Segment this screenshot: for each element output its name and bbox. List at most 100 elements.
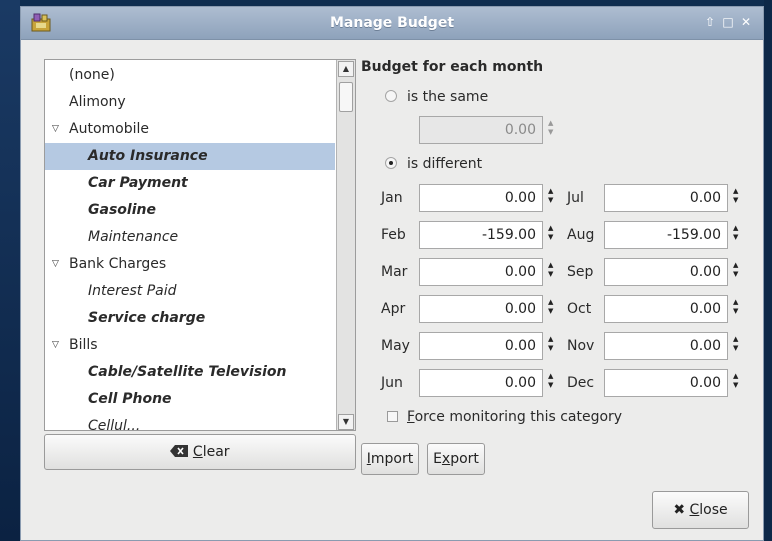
force-monitoring-label: Force monitoring this category	[407, 409, 623, 425]
category-tree[interactable]: Cellul... Cell Phone Cable/Satellite Telev…	[44, 59, 356, 431]
spin-arrows-icon[interactable]: ▲ ▼	[733, 372, 741, 390]
scroll-down-icon[interactable]: ▼	[338, 414, 354, 430]
spin-arrows-icon[interactable]: ▲ ▼	[548, 298, 556, 316]
same-spin-arrows-icon: ▲ ▼	[548, 119, 554, 136]
tree-subcategory-row[interactable]: Service charge	[45, 305, 335, 332]
month-amount-field[interactable]: 0.00	[419, 258, 543, 286]
tree-row-label: Bills	[69, 337, 98, 353]
month-amount-field[interactable]: 0.00	[604, 184, 728, 212]
radio-different-indicator[interactable]	[385, 157, 397, 169]
month-label: Feb	[381, 227, 406, 243]
maximize-icon[interactable]: □	[721, 15, 735, 29]
close-window-icon[interactable]: ✕	[739, 15, 753, 29]
tree-subcategory-row[interactable]: Cell Phone	[45, 386, 335, 413]
spin-arrows-icon[interactable]: ▲ ▼	[733, 224, 741, 242]
month-amount-field[interactable]: 0.00	[419, 369, 543, 397]
month-label: Jan	[381, 190, 403, 206]
month-amount-spinner[interactable]: -159.00 ▲ ▼	[419, 221, 561, 249]
month-amount-spinner[interactable]: 0.00 ▲ ▼	[419, 332, 561, 360]
same-amount-spinner: 0.00 ▲ ▼	[419, 116, 561, 144]
tree-subcategory-row[interactable]: Car Payment	[45, 170, 335, 197]
tree-row-label: Bank Charges	[69, 256, 167, 272]
tree-row-label: Gasoline	[88, 202, 156, 218]
radio-same-label: is the same	[407, 89, 489, 105]
month-label: Jul	[567, 190, 584, 206]
month-amount-spinner[interactable]: 0.00 ▲ ▼	[419, 258, 561, 286]
window-title: Manage Budget	[329, 15, 455, 31]
month-amount-field[interactable]: 0.00	[604, 258, 728, 286]
scroll-up-icon[interactable]: ▲	[338, 61, 354, 77]
month-amount-spinner[interactable]: 0.00 ▲ ▼	[604, 369, 746, 397]
month-label: Nov	[567, 338, 595, 354]
tree-category-row[interactable]: ▽ Automobile	[45, 116, 335, 143]
tree-row-label: Cell Phone	[88, 391, 172, 407]
month-amount-spinner[interactable]: 0.00 ▲ ▼	[419, 184, 561, 212]
radio-same-indicator[interactable]	[385, 90, 397, 102]
tree-row-label: Automobile	[69, 121, 149, 137]
month-amount-spinner[interactable]: 0.00 ▲ ▼	[419, 369, 561, 397]
month-amount-field[interactable]: 0.00	[604, 332, 728, 360]
tree-category-row[interactable]: Alimony	[45, 89, 335, 116]
month-label: May	[381, 338, 410, 354]
month-amount-spinner[interactable]: -159.00 ▲ ▼	[604, 221, 746, 249]
export-button[interactable]: Export	[427, 443, 485, 475]
month-amount-spinner[interactable]: 0.00 ▲ ▼	[419, 295, 561, 323]
tree-scrollbar[interactable]: ▲ ▼	[336, 60, 355, 430]
spin-arrows-icon[interactable]: ▲ ▼	[548, 372, 556, 390]
tree-subcategory-row[interactable]: Interest Paid	[45, 278, 335, 305]
title-bar[interactable]: Manage Budget ⇧ □ ✕	[21, 7, 763, 40]
month-amount-field[interactable]: 0.00	[604, 295, 728, 323]
tree-row-label: Service charge	[88, 310, 206, 326]
spin-arrows-icon[interactable]: ▲ ▼	[733, 335, 741, 353]
month-amount-spinner[interactable]: 0.00 ▲ ▼	[604, 295, 746, 323]
close-button[interactable]: ✖ Close	[652, 491, 749, 529]
month-amount-field[interactable]: 0.00	[419, 332, 543, 360]
scroll-thumb[interactable]	[339, 82, 353, 112]
month-amount-field[interactable]: 0.00	[419, 184, 543, 212]
tree-category-row[interactable]: ▽ Bills	[45, 332, 335, 359]
spin-arrows-icon[interactable]: ▲ ▼	[733, 298, 741, 316]
month-amount-field[interactable]: 0.00	[419, 295, 543, 323]
clear-mnemonic: C	[192, 444, 203, 460]
month-amount-field[interactable]: -159.00	[419, 221, 543, 249]
month-amount-spinner[interactable]: 0.00 ▲ ▼	[604, 332, 746, 360]
month-amount-field[interactable]: -159.00	[604, 221, 728, 249]
desktop-background-right	[764, 0, 772, 541]
x-icon: ✖	[673, 502, 686, 518]
tree-row-label: Auto Insurance	[88, 148, 208, 164]
force-monitoring-box[interactable]	[387, 411, 398, 422]
tree-subcategory-row[interactable]: Maintenance	[45, 224, 335, 251]
tree-subcategory-row[interactable]: Gasoline	[45, 197, 335, 224]
tree-category-row[interactable]: ▽ Bank Charges	[45, 251, 335, 278]
tree-row-label: Cable/Satellite Television	[88, 364, 287, 380]
month-label: Oct	[567, 301, 592, 317]
clear-button[interactable]: Clear	[44, 434, 356, 470]
spin-arrows-icon[interactable]: ▲ ▼	[548, 187, 556, 205]
tree-row-label: Car Payment	[88, 175, 188, 191]
same-amount-field: 0.00	[419, 116, 543, 144]
expander-triangle-icon[interactable]: ▽	[52, 332, 59, 359]
tree-subcategory-row[interactable]: Auto Insurance	[45, 143, 335, 170]
budget-section-title: Budget for each month	[361, 59, 544, 75]
month-label: Sep	[567, 264, 594, 280]
tree-subcategory-row[interactable]: Cable/Satellite Television	[45, 359, 335, 386]
month-amount-spinner[interactable]: 0.00 ▲ ▼	[604, 258, 746, 286]
month-amount-field[interactable]: 0.00	[604, 369, 728, 397]
month-label: Dec	[567, 375, 595, 391]
pin-icon[interactable]: ⇧	[703, 15, 717, 29]
spin-arrows-icon[interactable]: ▲ ▼	[733, 261, 741, 279]
month-label: Jun	[381, 375, 403, 391]
tree-row-label: Maintenance	[88, 229, 179, 245]
spin-arrows-icon[interactable]: ▲ ▼	[548, 261, 556, 279]
tree-row-label: Cellul...	[88, 418, 141, 431]
import-button[interactable]: Import	[361, 443, 419, 475]
expander-triangle-icon[interactable]: ▽	[52, 251, 59, 278]
radio-different-label: is different	[407, 156, 483, 172]
tree-category-row[interactable]: (none)	[45, 62, 335, 89]
expander-triangle-icon[interactable]: ▽	[52, 116, 59, 143]
tree-subcategory-row[interactable]: Cellul...	[45, 413, 335, 431]
month-amount-spinner[interactable]: 0.00 ▲ ▼	[604, 184, 746, 212]
spin-arrows-icon[interactable]: ▲ ▼	[548, 335, 556, 353]
spin-arrows-icon[interactable]: ▲ ▼	[733, 187, 741, 205]
spin-arrows-icon[interactable]: ▲ ▼	[548, 224, 556, 242]
